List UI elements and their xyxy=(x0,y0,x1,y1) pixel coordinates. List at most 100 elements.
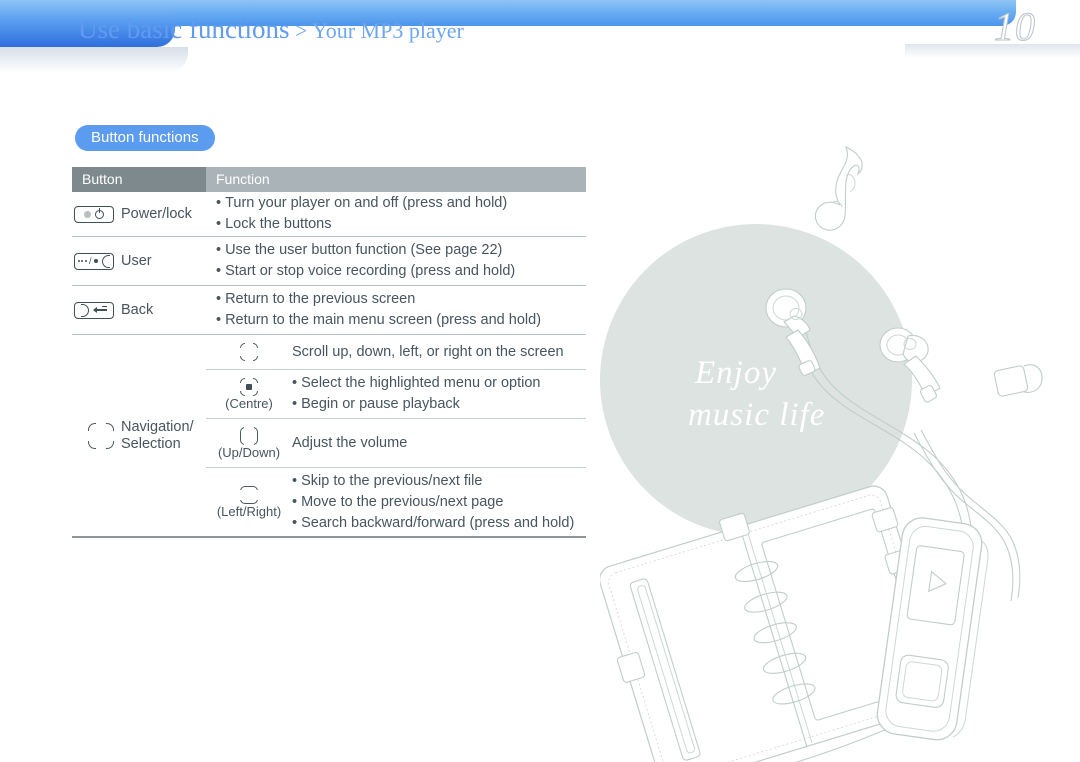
function-text: Start or stop voice recording (press and… xyxy=(225,263,516,279)
function-cell: • Select the highlighted menu or option •… xyxy=(292,373,586,415)
music-note-icon xyxy=(814,145,863,231)
function-cell: Adjust the volume xyxy=(292,433,586,454)
table-header-row: Button Function xyxy=(72,167,586,192)
navigation-subrows: Scroll up, down, left, or right on the s… xyxy=(206,335,586,536)
button-cell: Power/lock xyxy=(72,192,206,236)
tagline-line1: Enjoy xyxy=(695,355,777,391)
sub-button-cell xyxy=(206,342,292,362)
power-symbol-icon xyxy=(95,208,104,219)
illustration-tagline: Enjoy music life xyxy=(688,352,825,436)
navigation-pad-icon xyxy=(87,421,115,450)
lock-indicator-icon xyxy=(84,210,91,218)
illustration: .ln{fill:none;stroke:#bfcecb;stroke-widt… xyxy=(600,80,1080,762)
button-functions-table: Button Function Power/lock • Turn your pl… xyxy=(72,167,586,538)
key-edge-icon xyxy=(102,254,110,268)
tagline-line2: music life xyxy=(688,397,826,433)
section-badge-label: Button functions xyxy=(91,129,199,146)
navigation-label-line1: Navigation/ xyxy=(121,418,194,435)
illustration-svg: .ln{fill:none;stroke:#bfcecb;stroke-widt… xyxy=(600,145,1043,762)
bullet-icon: • xyxy=(216,312,222,328)
breadcrumb-sub: Your MP3 player xyxy=(312,18,464,43)
bullet-icon: • xyxy=(292,493,298,510)
function-line: • Skip to the previous/next file xyxy=(292,471,586,492)
function-line: • Return to the previous screen xyxy=(216,289,586,310)
function-text: Scroll up, down, left, or right on the s… xyxy=(292,343,564,360)
function-line: • Select the highlighted menu or option xyxy=(292,373,586,394)
function-line: • Turn your player on and off (press and … xyxy=(216,193,586,214)
table-row: Back • Return to the previous screen • Ret… xyxy=(72,286,586,334)
section-badge: Button functions xyxy=(75,125,215,151)
button-label: Back xyxy=(121,302,154,318)
navigation-label: Navigation/ Selection xyxy=(121,419,194,453)
breadcrumb-main: Use basic functions xyxy=(78,14,290,44)
bullet-icon: • xyxy=(216,242,222,258)
column-header-function: Function xyxy=(206,167,586,192)
function-cell: • Return to the previous screen • Return t… xyxy=(206,286,586,334)
function-text: Adjust the volume xyxy=(292,434,408,451)
button-cell: Back xyxy=(72,286,206,334)
nav-pad-all-icon xyxy=(239,342,259,362)
function-line: • Return to the main menu screen (press a… xyxy=(216,310,586,331)
table-row: (Left/Right) • Skip to the previous/next … xyxy=(206,468,586,536)
function-text: Lock the buttons xyxy=(225,216,332,232)
bullet-icon: • xyxy=(292,375,298,391)
page-header: Use basic functions > Your MP3 player 10 xyxy=(0,0,1080,73)
function-text: Return to the main menu screen (press an… xyxy=(225,312,542,328)
slash-icon: / xyxy=(88,255,92,266)
button-label: User xyxy=(121,253,152,269)
sub-button-label: (Centre) xyxy=(225,395,273,411)
function-line: • Start or stop voice recording (press an… xyxy=(216,261,586,282)
breadcrumb-separator: > xyxy=(289,18,313,43)
bullet-icon: • xyxy=(216,195,222,211)
function-line: Adjust the volume xyxy=(292,433,586,454)
sub-button-cell: (Centre) xyxy=(206,376,292,411)
sub-button-cell: (Left/Right) xyxy=(206,485,292,519)
sub-button-label: (Left/Right) xyxy=(216,503,282,519)
header-shadow-left xyxy=(0,47,188,73)
function-line: • Lock the buttons xyxy=(216,214,586,235)
function-text: Use the user button function (See page 2… xyxy=(225,242,503,258)
function-line: • Move to the previous/next page xyxy=(292,492,586,513)
nav-pad-centre-icon xyxy=(239,376,259,397)
function-line: • Use the user button function (See page … xyxy=(216,240,586,261)
back-key-icon xyxy=(74,301,114,319)
function-line: • Search backward/forward (press and hold… xyxy=(292,513,586,534)
function-text: Begin or pause playback xyxy=(301,396,460,412)
sub-button-label: (Up/Down) xyxy=(217,444,281,460)
column-header-button: Button xyxy=(72,167,206,192)
function-text: Return to the previous screen xyxy=(225,291,416,307)
table-row: (Up/Down) Adjust the volume xyxy=(206,419,586,467)
user-key-icon: / xyxy=(74,252,114,270)
table-row: Power/lock • Turn your player on and off … xyxy=(72,192,586,236)
function-line: • Begin or pause playback xyxy=(292,394,586,415)
bullet-icon: • xyxy=(216,291,222,307)
button-cell: / User xyxy=(72,237,206,285)
navigation-group: Navigation/ Selection Scroll up, down, l… xyxy=(72,335,586,536)
table-row: / User • Use the user button function (Se… xyxy=(72,237,586,285)
bullet-icon: • xyxy=(216,263,222,279)
function-text: Move to the previous/next page xyxy=(301,493,504,510)
bullet-icon: • xyxy=(292,472,298,489)
function-cell: • Skip to the previous/next file • Move to… xyxy=(292,471,586,534)
page-number: 10 xyxy=(994,4,1036,50)
table-row: Scroll up, down, left, or right on the s… xyxy=(206,335,586,369)
bullet-icon: • xyxy=(216,216,222,232)
function-cell: • Use the user button function (See page … xyxy=(206,237,586,285)
function-text: Search backward/forward (press and hold) xyxy=(301,514,575,531)
function-text: Select the highlighted menu or option xyxy=(301,375,541,391)
table-row: (Centre) • Select the highlighted menu or… xyxy=(206,370,586,418)
function-text: Skip to the previous/next file xyxy=(301,472,483,489)
key-edge-icon xyxy=(81,303,89,317)
power-lock-key-icon xyxy=(74,205,114,223)
function-text: Turn your player on and off (press and h… xyxy=(225,195,508,211)
header-shadow-right xyxy=(905,44,1080,58)
record-dot-icon xyxy=(93,258,98,264)
navigation-label-line2: Selection xyxy=(121,435,181,452)
function-cell: • Turn your player on and off (press and … xyxy=(206,192,586,236)
nav-pad-leftright-icon xyxy=(239,485,259,504)
cable-clip xyxy=(993,364,1043,397)
nav-pad-updown-icon xyxy=(240,425,258,446)
breadcrumb: Use basic functions > Your MP3 player xyxy=(78,14,464,45)
function-line: Scroll up, down, left, or right on the s… xyxy=(292,342,586,363)
navigation-button-cell: Navigation/ Selection xyxy=(72,335,206,536)
